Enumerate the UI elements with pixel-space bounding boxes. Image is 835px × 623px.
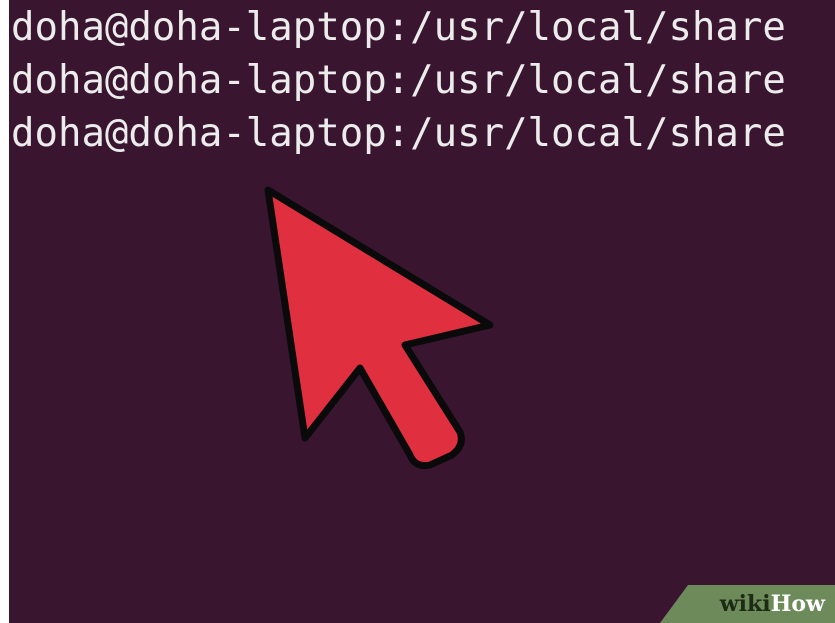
- terminal-prompt-line: doha@doha-laptop:/usr/local/share: [11, 111, 786, 156]
- wikihow-logo-how: How: [770, 591, 825, 617]
- terminal-prompt-line: doha@doha-laptop:/usr/local/share: [11, 5, 786, 50]
- wikihow-logo: wikiHow: [720, 591, 825, 617]
- terminal-prompt-line: doha@doha-laptop:/usr/local/share: [11, 58, 786, 103]
- wikihow-screenshot: doha@doha-laptop:/usr/local/share doha@d…: [0, 0, 835, 623]
- terminal-window[interactable]: doha@doha-laptop:/usr/local/share doha@d…: [9, 0, 835, 623]
- wikihow-logo-wiki: wiki: [719, 591, 771, 617]
